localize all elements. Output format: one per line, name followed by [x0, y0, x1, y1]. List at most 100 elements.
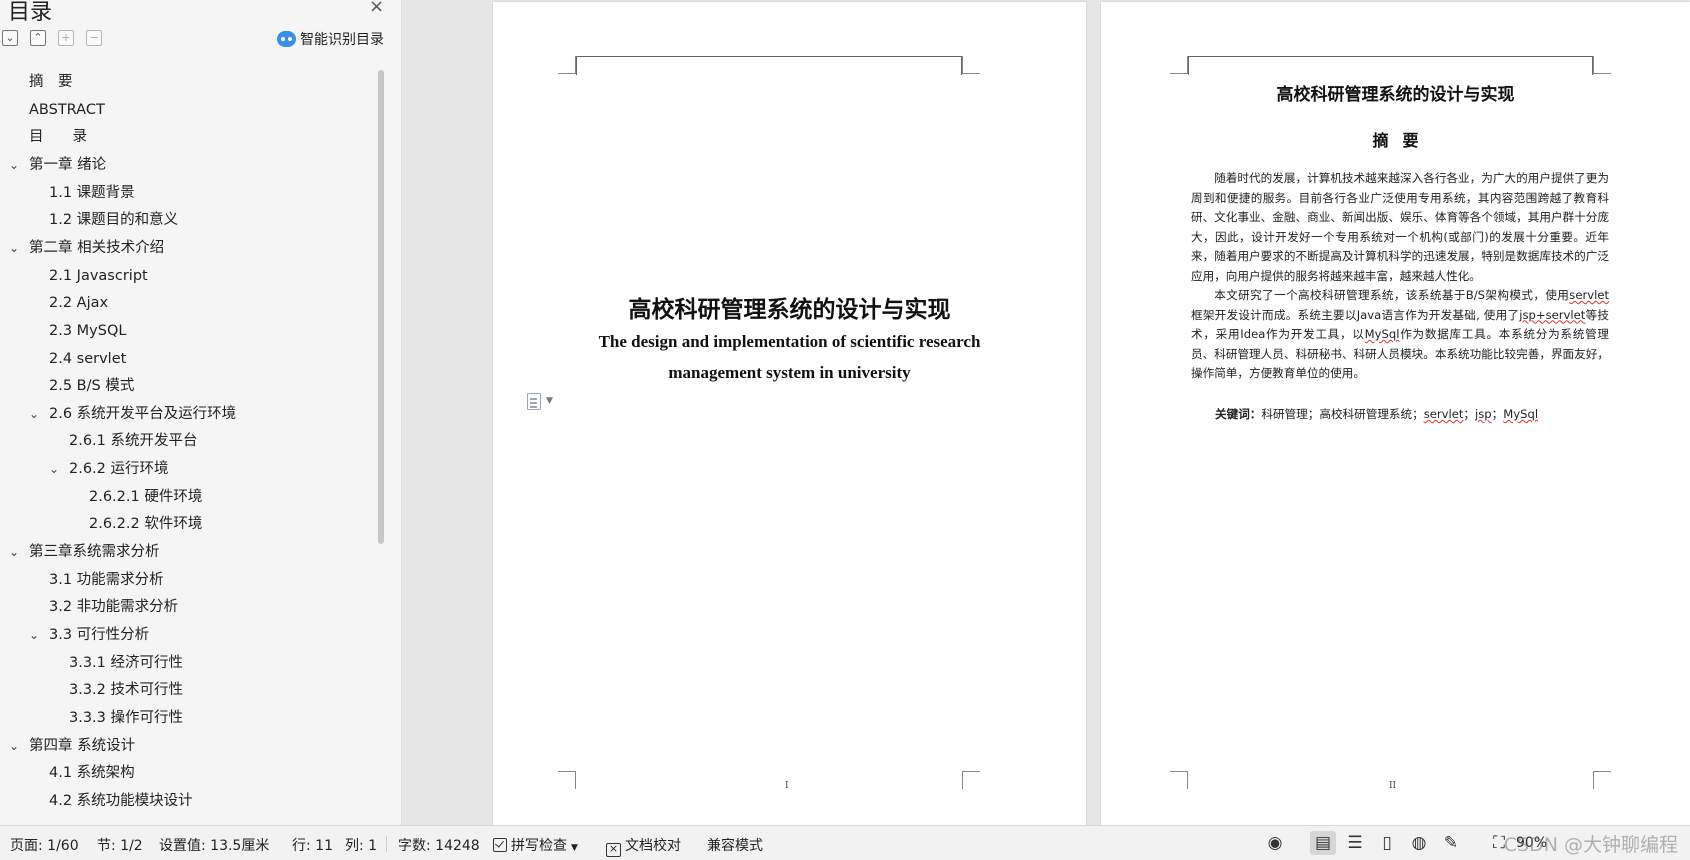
doc-proof-label: 文档校对 — [625, 838, 681, 854]
toc-item[interactable]: 3.1 功能需求分析 — [0, 568, 372, 592]
toc-item[interactable]: 目 录 — [0, 125, 372, 149]
toc-item[interactable]: 2.5 B/S 模式 — [0, 374, 372, 398]
toc-item-label: 目 录 — [29, 129, 87, 146]
spellcheck-button[interactable]: 拼写检查 ▼ — [493, 835, 578, 855]
toc-item[interactable]: 4.3 系统工作流程设计 — [0, 817, 372, 820]
status-column: 列: 1 — [345, 838, 378, 854]
toc-item-label: 第三章系统需求分析 — [29, 544, 160, 561]
abstract-heading: 摘要 — [1372, 131, 1433, 150]
expand-all-icon[interactable]: ⌄ — [2, 30, 18, 46]
chevron-down-icon[interactable]: ⌄ — [47, 457, 61, 481]
toc-item[interactable]: ⌄ 第二章 相关技术介绍 — [0, 236, 372, 260]
toc-item-label: 4.1 系统架构 — [49, 765, 135, 782]
toc-item[interactable]: ⌄ 2.6 系统开发平台及运行环境 — [0, 402, 372, 426]
chevron-down-icon[interactable]: ⌄ — [7, 236, 21, 260]
toc-item-label: 3.3.1 经济可行性 — [69, 654, 184, 671]
margin-marker — [1593, 771, 1611, 789]
toc-item[interactable]: 2.6.2.2 软件环境 — [0, 512, 372, 536]
spell-flag[interactable]: MySql — [1503, 407, 1538, 421]
margin-marker — [1170, 771, 1188, 789]
toc-item[interactable]: 2.4 servlet — [0, 347, 372, 371]
toc-item[interactable]: 3.3.2 技术可行性 — [0, 678, 372, 702]
chevron-down-icon[interactable]: ⌄ — [27, 623, 41, 647]
status-bar: 页面: 1/60 节: 1/2 设置值: 13.5厘米 行: 11 列: 1 字… — [0, 825, 1690, 860]
remove-heading-icon[interactable]: − — [86, 30, 102, 46]
spell-flag[interactable]: jsp — [1475, 407, 1492, 421]
page-2[interactable]: 高校科研管理系统的设计与实现 摘要 随着时代的发展，计算机技术越来越深入各行各业… — [1101, 2, 1690, 825]
dropdown-caret-icon[interactable]: ▼ — [546, 396, 553, 406]
toc-item[interactable]: 摘 要 — [0, 70, 372, 94]
toc-item[interactable]: ⌄ 第三章系统需求分析 — [0, 540, 372, 564]
status-section: 节: 1/2 — [97, 838, 143, 854]
cover-title-en-line2: management system in university — [668, 363, 911, 382]
proofread-icon: × — [606, 843, 621, 857]
toc-item[interactable]: 2.6.1 系统开发平台 — [0, 429, 372, 453]
chevron-down-icon[interactable]: ⌄ — [7, 734, 21, 758]
page-view-icon[interactable]: ▤ — [1310, 831, 1336, 855]
toc-item[interactable]: 2.6.2.1 硬件环境 — [0, 485, 372, 509]
toc-item-label: 2.6.2 运行环境 — [69, 461, 169, 478]
toc-item-label: 4.2 系统功能模块设计 — [49, 792, 193, 809]
header-rule — [1188, 56, 1593, 75]
outline-view-icon[interactable]: ☰ — [1342, 831, 1368, 855]
toc-item[interactable]: 1.2 课题目的和意义 — [0, 208, 372, 232]
spell-flag[interactable]: jsp+servlet — [1519, 308, 1585, 322]
toc-item-label: 2.1 Javascript — [49, 267, 148, 284]
toc-item-label: 第一章 绪论 — [29, 156, 107, 173]
sidebar-title: 目录 — [8, 0, 53, 25]
reading-view-icon[interactable]: ▯ — [1374, 831, 1400, 855]
toc-item-label: 摘 要 — [29, 74, 73, 90]
document-icon[interactable] — [527, 393, 541, 410]
watermark: CSDN @大钟聊编程 — [1503, 834, 1678, 856]
toc-item-label: 3.1 功能需求分析 — [49, 571, 164, 588]
doc-proof-button[interactable]: × 文档校对 — [606, 835, 681, 857]
add-heading-icon[interactable]: + — [58, 30, 74, 46]
divider — [386, 836, 387, 852]
toc-item-label: 1.1 课题背景 — [49, 184, 135, 201]
margin-marker — [962, 771, 980, 789]
chevron-down-icon[interactable]: ⌄ — [7, 540, 21, 564]
cover-title-en: The design and implementation of scienti… — [493, 326, 1086, 388]
toc-item[interactable]: 3.3.1 经济可行性 — [0, 651, 372, 675]
page-1[interactable]: 高校科研管理系统的设计与实现 The design and implementa… — [493, 2, 1086, 825]
toc-item[interactable]: 2.3 MySQL — [0, 319, 372, 343]
toc-item[interactable]: 4.1 系统架构 — [0, 761, 372, 785]
toc-item[interactable]: ⌄ 第四章 系统设计 — [0, 734, 372, 758]
margin-marker — [1170, 56, 1188, 74]
spell-flag[interactable]: servlet — [1569, 288, 1609, 302]
status-page[interactable]: 页面: 1/60 — [10, 835, 79, 855]
eye-protection-icon[interactable]: ◉ — [1262, 831, 1288, 855]
toc-item[interactable]: ABSTRACT — [0, 98, 372, 122]
status-word-count[interactable]: 字数: 14248 — [398, 835, 480, 855]
spell-flag[interactable]: servlet — [1424, 407, 1464, 421]
toc-item-label: 3.3.3 操作可行性 — [69, 709, 184, 726]
toc-item-label: 2.6.2.2 软件环境 — [89, 516, 203, 533]
toc-item-label: 第四章 系统设计 — [29, 737, 136, 754]
keywords-text: 科研管理；高校科研管理系统； — [1261, 407, 1424, 421]
chevron-down-icon[interactable]: ⌄ — [7, 153, 21, 177]
toc-list: 摘 要 ABSTRACT 目 录 ⌄ 第一章 绪论 1.1 课题背景 1.2 课题目的和意义… — [0, 70, 372, 820]
chevron-down-icon[interactable]: ⌄ — [27, 402, 41, 426]
toc-item[interactable]: 2.1 Javascript — [0, 264, 372, 288]
smart-toc-button[interactable]: 智能识别目录 — [277, 29, 384, 49]
toc-item[interactable]: ⌄ 2.6.2 运行环境 — [0, 457, 372, 481]
toc-scrollbar[interactable] — [378, 70, 384, 544]
toc-item[interactable]: ⌄ 3.3 可行性分析 — [0, 623, 372, 647]
pen-icon[interactable]: ✎ — [1438, 831, 1464, 855]
text-run: 框架开发设计而成。系统主要以Java语言作为开发基础, 使用了 — [1191, 307, 1520, 322]
collapse-all-icon[interactable]: ⌃ — [30, 30, 46, 46]
toc-item[interactable]: 3.3.3 操作可行性 — [0, 706, 372, 730]
chevron-down-icon: ▼ — [571, 843, 578, 853]
spell-flag[interactable]: MySql — [1365, 327, 1400, 341]
toc-item[interactable]: 2.2 Ajax — [0, 291, 372, 315]
abstract-page-title: 高校科研管理系统的设计与实现 — [1276, 85, 1515, 105]
abstract-body: 随着时代的发展，计算机技术越来越深入各行各业，为广大的用户提供了更为周到和便捷的… — [1191, 169, 1609, 384]
toc-item[interactable]: 4.2 系统功能模块设计 — [0, 789, 372, 813]
toc-item-label: 1.2 课题目的和意义 — [49, 212, 179, 229]
toc-item-label: 2.4 servlet — [49, 350, 127, 367]
close-icon[interactable]: × — [369, 0, 384, 17]
web-view-icon[interactable]: ◍ — [1406, 831, 1432, 855]
toc-item[interactable]: ⌄ 第一章 绪论 — [0, 153, 372, 177]
toc-item[interactable]: 3.2 非功能需求分析 — [0, 595, 372, 619]
toc-item[interactable]: 1.1 课题背景 — [0, 181, 372, 205]
